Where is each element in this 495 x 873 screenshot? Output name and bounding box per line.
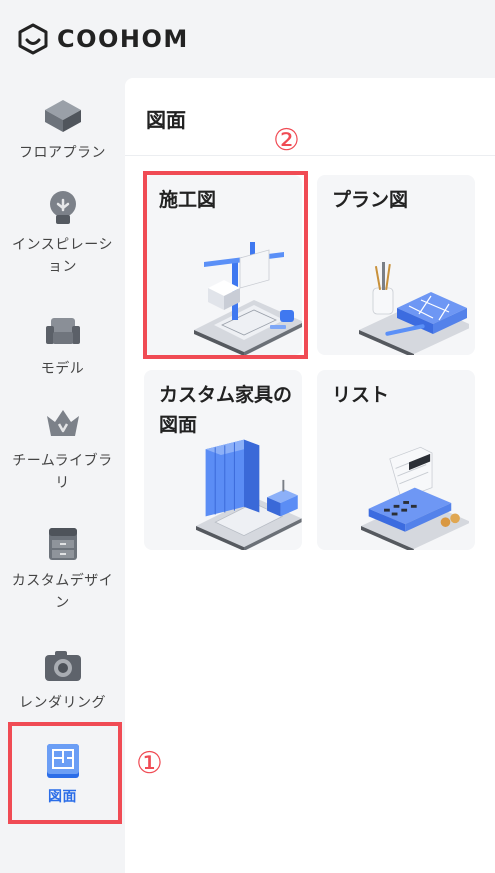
sidebar-item-rendering[interactable]: レンダリング bbox=[0, 646, 125, 714]
card-title: プラン図 bbox=[332, 189, 409, 211]
sidebar-item-label: 図面 bbox=[48, 789, 77, 805]
sidebar-item-label: フロアプラン bbox=[19, 145, 106, 161]
sidebar: フロアプラン インスピレーション モデル チームライブラリ カスタムデザイン レ… bbox=[0, 78, 125, 873]
calculator-illustration bbox=[361, 446, 469, 550]
sidebar-item-floorplan[interactable]: フロアプラン bbox=[0, 96, 125, 164]
marker-1: ① bbox=[136, 746, 163, 781]
card-custom-furniture-drawing[interactable]: カスタム家具の図面 bbox=[144, 370, 302, 550]
sidebar-item-model[interactable]: モデル bbox=[0, 312, 125, 380]
floor-plan-pencil-illustration bbox=[359, 262, 469, 355]
floorplan-icon bbox=[43, 96, 83, 136]
logo-text: COOHOM bbox=[57, 25, 189, 53]
card-list[interactable]: リスト bbox=[317, 370, 475, 550]
sidebar-item-drawing[interactable]: 図面 bbox=[0, 740, 125, 808]
drawing-panel: 図面 施工図 プラン図 カスタム家具の図面 リスト bbox=[125, 78, 495, 873]
marker-2: ② bbox=[273, 123, 300, 158]
coohom-logo-icon bbox=[18, 23, 48, 55]
sidebar-item-custom-design[interactable]: カスタムデザイン bbox=[0, 524, 125, 614]
cabinets-illustration bbox=[196, 439, 302, 550]
cabinet-icon bbox=[43, 524, 83, 564]
sidebar-item-label: チームライブラリ bbox=[12, 453, 113, 491]
crown-icon bbox=[43, 404, 83, 444]
drawing-icon bbox=[43, 740, 83, 780]
sidebar-item-label: カスタムデザイン bbox=[11, 573, 114, 611]
logo[interactable]: COOHOM bbox=[0, 0, 495, 78]
sidebar-item-label: インスピレーション bbox=[12, 237, 113, 275]
sidebar-item-label: モデル bbox=[40, 361, 85, 377]
panel-title: 図面 bbox=[146, 108, 186, 132]
sidebar-item-team-library[interactable]: チームライブラリ bbox=[0, 404, 125, 494]
sidebar-item-inspiration[interactable]: インスピレーション bbox=[0, 188, 125, 278]
construction-crane-illustration bbox=[194, 242, 302, 355]
divider bbox=[125, 155, 495, 156]
lightbulb-icon bbox=[43, 188, 83, 228]
card-title: 施工図 bbox=[159, 189, 217, 211]
card-construction-drawing[interactable]: 施工図 bbox=[144, 175, 302, 355]
sofa-icon bbox=[43, 312, 83, 352]
card-plan-drawing[interactable]: プラン図 bbox=[317, 175, 475, 355]
sidebar-item-label: レンダリング bbox=[19, 695, 106, 711]
camera-icon bbox=[43, 646, 83, 686]
card-title: リスト bbox=[332, 384, 390, 406]
